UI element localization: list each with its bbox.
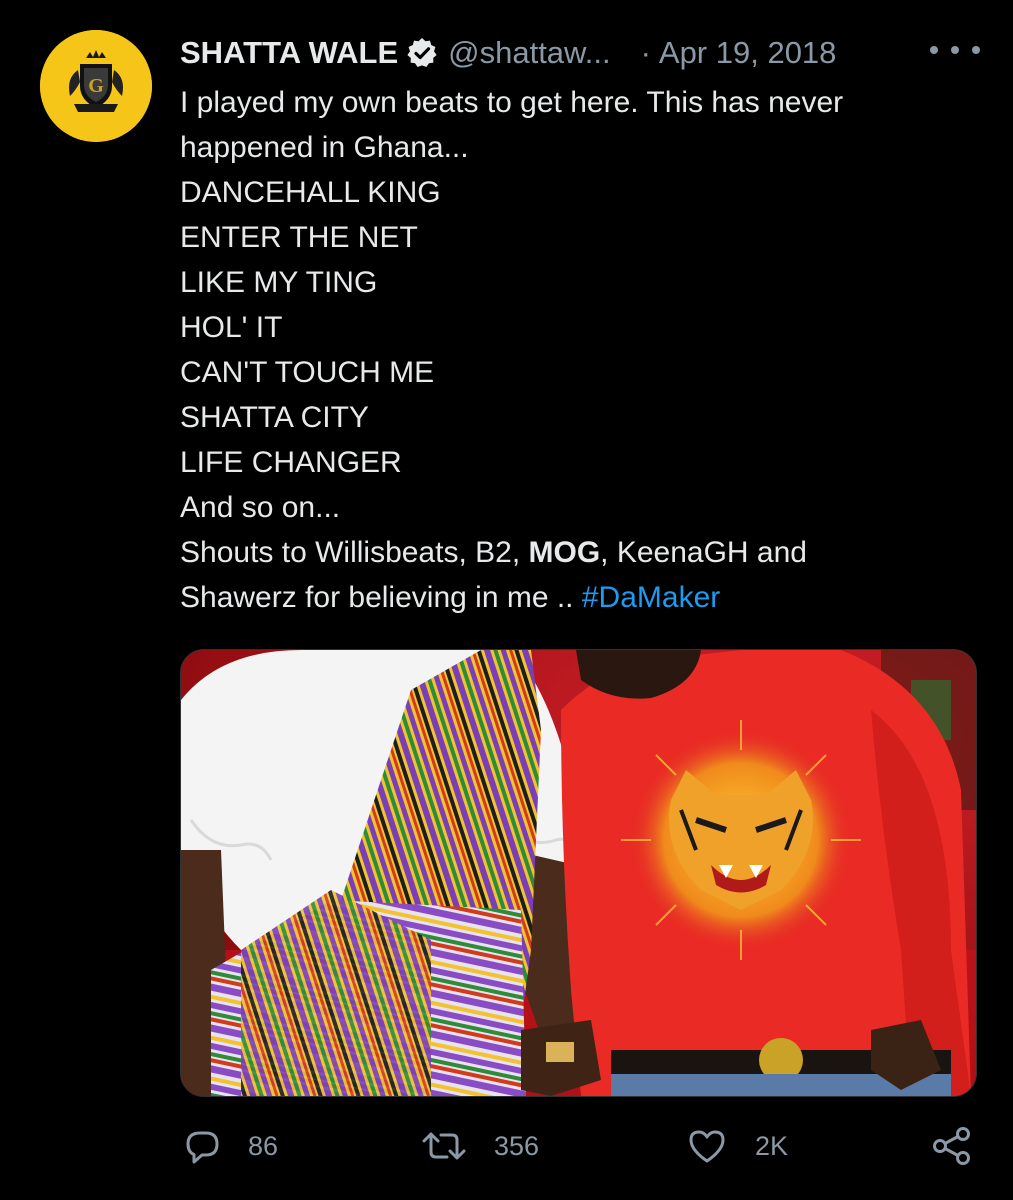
hashtag-link[interactable]: #DaMaker <box>582 581 720 614</box>
tweet-line-last: Shawerz for believing in me .. #DaMaker <box>180 575 980 620</box>
tweet-line: CAN'T TOUCH ME <box>180 356 435 389</box>
tweet-date[interactable]: Apr 19, 2018 <box>659 35 837 71</box>
reply-icon <box>180 1124 224 1168</box>
avatar[interactable]: G <box>40 30 152 142</box>
more-options-icon[interactable] <box>930 32 980 68</box>
crest-logo-icon: G <box>40 30 152 142</box>
like-button[interactable]: 2K <box>685 1118 788 1174</box>
reply-button[interactable]: 86 <box>180 1118 278 1174</box>
author-name[interactable]: SHATTA WALE <box>180 35 398 71</box>
reply-count: 86 <box>248 1130 279 1161</box>
tweet-photo[interactable] <box>180 649 977 1097</box>
tweet-line: HOL' IT <box>180 311 283 344</box>
retweet-count: 356 <box>494 1130 540 1161</box>
verified-badge-icon <box>406 37 438 69</box>
tweet-line: SHATTA CITY <box>180 401 369 434</box>
tweet-line: DANCEHALL KING <box>180 176 441 209</box>
heart-icon <box>685 1124 729 1168</box>
retweet-button[interactable]: 356 <box>420 1118 539 1174</box>
author-handle[interactable]: @shattaw... <box>448 35 610 71</box>
tweet-text: I played my own beats to get here. This … <box>180 80 980 620</box>
tweet-line: LIKE MY TING <box>180 266 378 299</box>
tweet-line: ENTER THE NET <box>180 221 418 254</box>
tweet-line: happened in Ghana... <box>180 131 469 164</box>
like-count: 2K <box>755 1130 789 1161</box>
tweet-line: LIFE CHANGER <box>180 446 402 479</box>
tweet-line: I played my own beats to get here. This … <box>180 86 844 119</box>
svg-text:G: G <box>88 75 104 97</box>
tweet-header: SHATTA WALE @shattaw... · Apr 19, 2018 <box>180 30 836 76</box>
retweet-icon <box>420 1124 468 1168</box>
share-icon <box>930 1124 974 1168</box>
tweet-line: And so on... <box>180 491 341 524</box>
tweet-line-shouts: Shouts to Willisbeats, B2, MOG, KeenaGH … <box>180 530 980 575</box>
shouts-prefix: Shouts to Willisbeats, B2, <box>180 536 529 569</box>
last-line-prefix: Shawerz for believing in me .. <box>180 581 582 614</box>
share-button[interactable] <box>930 1118 974 1174</box>
photo-image <box>181 650 976 1096</box>
shouts-suffix: , KeenaGH and <box>600 536 807 569</box>
mention-mog[interactable]: MOG <box>529 536 601 569</box>
action-bar: 86 356 2K <box>180 1118 980 1174</box>
separator-dot: · <box>640 35 651 70</box>
tweet: G SHATTA WALE @shattaw... · Apr 19, 2018… <box>0 0 1013 1200</box>
